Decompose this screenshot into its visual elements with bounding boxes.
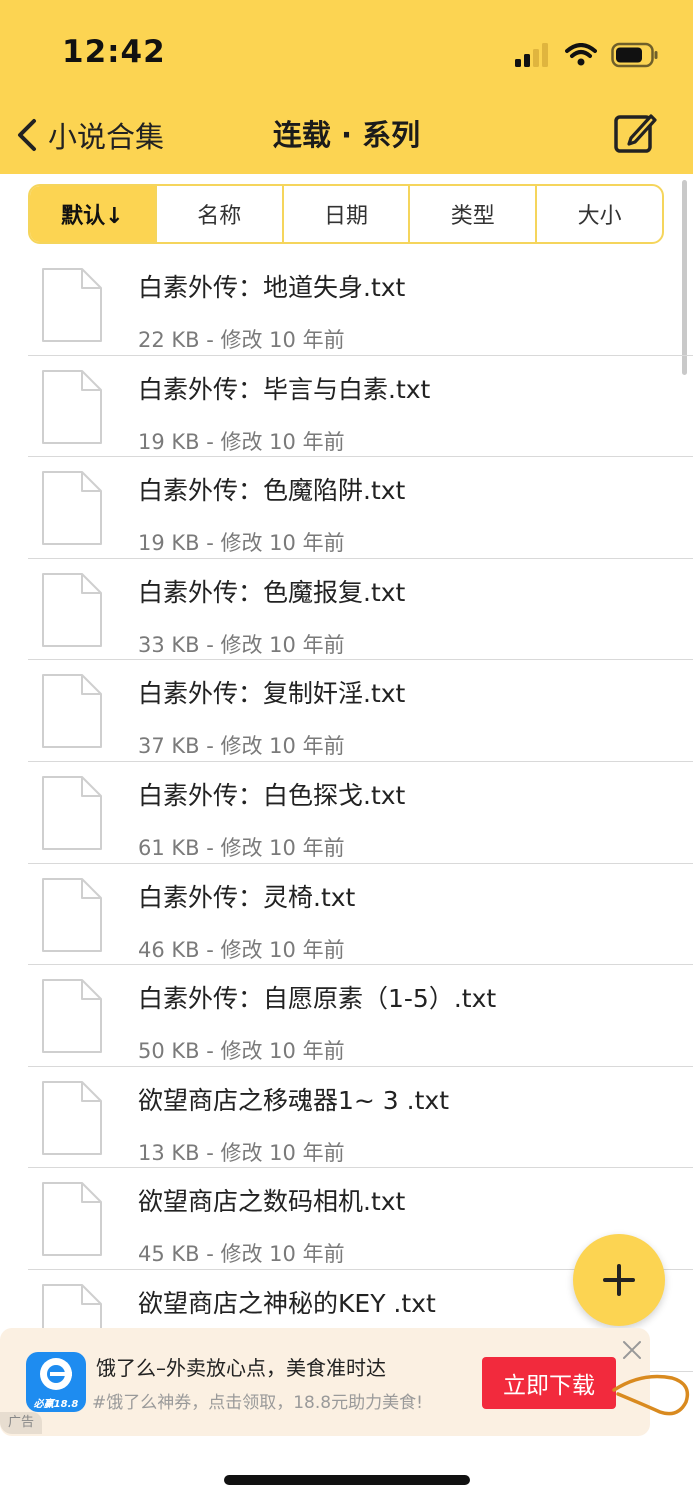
file-meta: 22 KB - 修改 10 年前 bbox=[138, 328, 345, 352]
nav-bar: 小说合集 连载 · 系列 bbox=[0, 100, 693, 174]
file-row[interactable]: 白素外传：地道失身.txt 22 KB - 修改 10 年前 bbox=[0, 254, 693, 356]
add-button[interactable] bbox=[573, 1234, 665, 1326]
ad-title: 饿了么–外卖放心点，美食准时达 bbox=[96, 1356, 386, 1380]
file-name: 白素外传：自愿原素（1-5）.txt bbox=[138, 984, 497, 1014]
file-meta: 37 KB - 修改 10 年前 bbox=[138, 734, 345, 759]
file-row[interactable]: 白素外传：色魔报复.txt 33 KB - 修改 10 年前 bbox=[0, 559, 693, 661]
ad-logo: 必赢18.8 bbox=[26, 1352, 86, 1412]
file-icon bbox=[42, 369, 102, 444]
file-name: 白素外传：灵椅.txt bbox=[138, 882, 356, 912]
close-icon[interactable] bbox=[620, 1338, 644, 1362]
sort-tab-size[interactable]: 大小 bbox=[535, 186, 662, 242]
ad-logo-label: 必赢18.8 bbox=[33, 1399, 79, 1410]
file-name: 白素外传：毕言与白素.txt bbox=[138, 374, 431, 404]
file-icon bbox=[42, 674, 102, 749]
eleme-logo-icon bbox=[40, 1358, 72, 1390]
file-meta: 61 KB - 修改 10 年前 bbox=[138, 835, 345, 860]
file-meta: 19 KB - 修改 10 年前 bbox=[138, 429, 345, 454]
file-row[interactable]: 白素外传：白色探戈.txt 61 KB - 修改 10 年前 bbox=[0, 762, 693, 864]
file-icon bbox=[42, 1182, 102, 1257]
home-indicator[interactable] bbox=[224, 1475, 470, 1485]
sort-bar: 默认↓ 名称 日期 类型 大小 bbox=[28, 184, 664, 244]
file-name: 白素外传：复制奸淫.txt bbox=[138, 679, 406, 709]
file-meta: 33 KB - 修改 10 年前 bbox=[138, 632, 345, 657]
wifi-icon bbox=[565, 43, 597, 66]
battery-icon bbox=[611, 42, 658, 68]
file-name: 白素外传：白色探戈.txt bbox=[138, 780, 406, 810]
file-meta: 19 KB - 修改 10 年前 bbox=[138, 531, 345, 556]
file-meta: 46 KB - 修改 10 年前 bbox=[138, 937, 345, 962]
file-meta: 50 KB - 修改 10 年前 bbox=[138, 1039, 345, 1064]
file-row[interactable]: 白素外传：灵椅.txt 46 KB - 修改 10 年前 bbox=[0, 864, 693, 966]
file-icon bbox=[42, 572, 102, 647]
ad-tag: 广告 bbox=[0, 1412, 43, 1434]
sort-tab-default[interactable]: 默认↓ bbox=[30, 186, 155, 242]
sort-tab-date[interactable]: 日期 bbox=[281, 186, 409, 242]
ad-banner[interactable]: 必赢18.8 饿了么–外卖放心点，美食准时达 #饿了么神券，点击领取，18.8元… bbox=[0, 1328, 650, 1436]
status-bar: 12:42 bbox=[0, 0, 693, 100]
file-name: 欲望商店之神秘的KEY .txt bbox=[138, 1288, 436, 1318]
sort-tab-name[interactable]: 名称 bbox=[154, 186, 282, 242]
file-row[interactable]: 白素外传：色魔陷阱.txt 19 KB - 修改 10 年前 bbox=[0, 457, 693, 559]
file-icon bbox=[42, 877, 102, 952]
status-icons bbox=[515, 38, 659, 72]
file-row[interactable]: 欲望商店之移魂器1~ 3 .txt 13 KB - 修改 10 年前 bbox=[0, 1067, 693, 1169]
file-meta: 13 KB - 修改 10 年前 bbox=[138, 1140, 345, 1165]
sort-tab-type[interactable]: 类型 bbox=[408, 186, 535, 242]
edit-icon[interactable] bbox=[613, 112, 657, 156]
status-time: 12:42 bbox=[62, 34, 166, 70]
signal-icon bbox=[515, 43, 548, 67]
file-icon bbox=[42, 775, 102, 850]
file-name: 欲望商店之数码相机.txt bbox=[138, 1187, 406, 1217]
file-name: 白素外传：地道失身.txt bbox=[138, 273, 406, 302]
file-icon bbox=[42, 979, 102, 1054]
file-icon bbox=[42, 268, 102, 342]
plus-icon bbox=[603, 1264, 635, 1296]
ad-subtitle: #饿了么神券，点击领取，18.8元助力美食! bbox=[92, 1393, 423, 1413]
file-icon bbox=[42, 471, 102, 546]
file-row[interactable]: 白素外传：复制奸淫.txt 37 KB - 修改 10 年前 bbox=[0, 660, 693, 762]
file-name: 欲望商店之移魂器1~ 3 .txt bbox=[138, 1085, 449, 1115]
page-title: 连载 · 系列 bbox=[272, 118, 421, 152]
file-meta: 45 KB - 修改 10 年前 bbox=[138, 1242, 345, 1267]
file-row[interactable]: 白素外传：自愿原素（1-5）.txt 50 KB - 修改 10 年前 bbox=[0, 965, 693, 1067]
file-icon bbox=[42, 1080, 102, 1155]
ad-rope-icon bbox=[612, 1374, 690, 1416]
file-name: 白素外传：色魔陷阱.txt bbox=[138, 476, 406, 506]
file-row[interactable]: 白素外传：毕言与白素.txt 19 KB - 修改 10 年前 bbox=[0, 356, 693, 458]
file-list: 白素外传：地道失身.txt 22 KB - 修改 10 年前白素外传：毕言与白素.… bbox=[0, 254, 693, 1372]
file-name: 白素外传：色魔报复.txt bbox=[138, 577, 406, 607]
ad-download-button[interactable]: 立即下载 bbox=[482, 1357, 616, 1409]
